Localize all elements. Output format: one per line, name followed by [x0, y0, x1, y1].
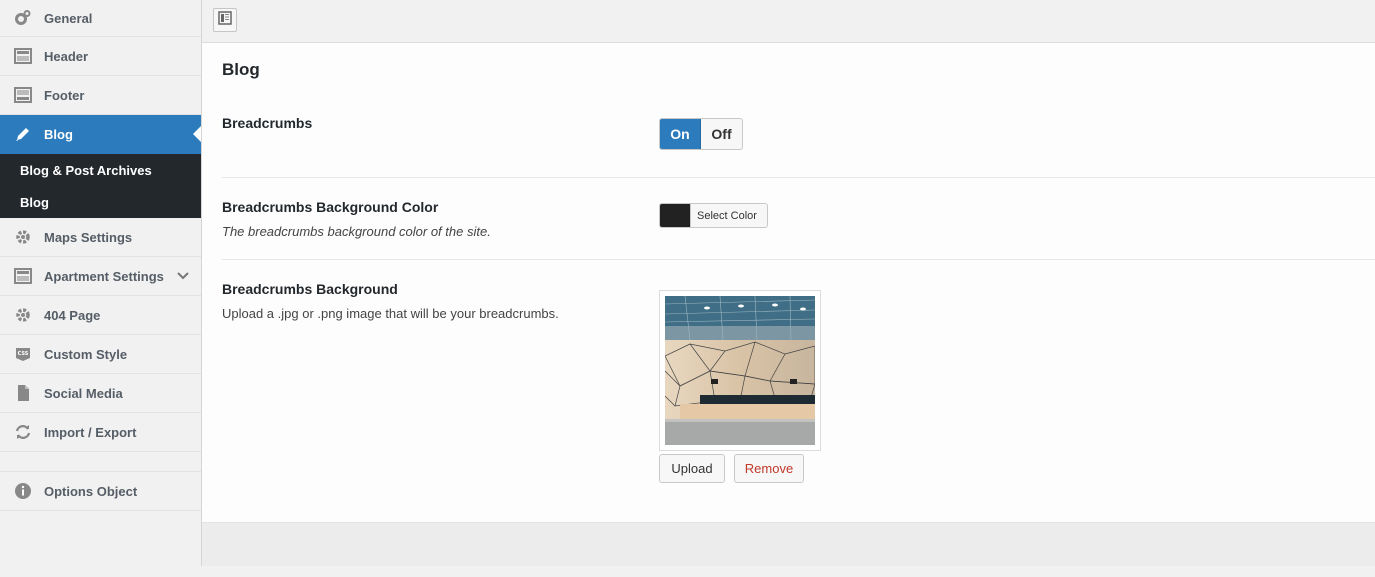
sidebar-item-label: Custom Style — [44, 346, 128, 362]
sidebar-item-apartment-settings[interactable]: Apartment Settings — [0, 257, 201, 296]
sidebar-item-label: Social Media — [44, 385, 123, 401]
sidebar-item-label: General — [44, 10, 93, 26]
sidebar-item-label: Footer — [44, 87, 85, 103]
sidebar-item-maps-settings[interactable]: Maps Settings — [0, 218, 201, 257]
gears-icon — [14, 9, 32, 27]
layout-icon — [14, 47, 32, 65]
sidebar-item-label: Header — [44, 48, 89, 64]
sidebar-item-label: Options Object — [44, 483, 138, 499]
options-sidebar: General Header Footer Blog Blog & Post A… — [0, 0, 202, 566]
pencil-icon — [14, 125, 32, 143]
select-color-label: Select Color — [697, 209, 757, 222]
chevron-down-icon[interactable] — [177, 269, 189, 283]
sidebar-item-header[interactable]: Header — [0, 37, 201, 76]
sidebar-item-options-object[interactable]: Options Object — [0, 472, 201, 511]
sidebar-item-label: 404 Page — [44, 307, 101, 323]
preview-image — [665, 296, 815, 445]
sidebar-item-footer[interactable]: Footer — [0, 76, 201, 115]
select-color-button[interactable]: Select Color — [659, 203, 768, 228]
options-content: Blog Breadcrumbs On Off Breadcrumbs Back… — [202, 43, 1375, 523]
divider — [222, 177, 1375, 178]
svg-text:CSS: CSS — [18, 351, 29, 357]
submenu-item-blog-post-archives[interactable]: Blog & Post Archives — [0, 154, 201, 186]
sidebar-toggle-button[interactable] — [213, 8, 237, 32]
footer-bar — [202, 523, 1375, 566]
sidebar-item-label: Apartment Settings — [44, 268, 164, 284]
refresh-icon — [14, 423, 32, 441]
file-icon — [14, 384, 32, 402]
breadcrumbs-label: Breadcrumbs — [222, 115, 313, 131]
gear-icon — [14, 228, 32, 246]
sidebar-item-import-export[interactable]: Import / Export — [0, 413, 201, 452]
toggle-off-button[interactable]: Off — [701, 119, 742, 149]
sidebar-item-label: Maps Settings — [44, 229, 133, 245]
sidebar-item-blog[interactable]: Blog — [0, 115, 201, 154]
remove-button[interactable]: Remove — [734, 454, 804, 483]
sidebar-spacer — [0, 452, 201, 472]
sidebar-item-social-media[interactable]: Social Media — [0, 374, 201, 413]
sidebar-item-404-page[interactable]: 404 Page — [0, 296, 201, 335]
layout-icon — [14, 86, 32, 104]
css-icon: CSS — [14, 345, 32, 363]
top-toolbar — [202, 0, 1375, 43]
color-swatch — [660, 204, 691, 227]
sidebar-item-custom-style[interactable]: CSS Custom Style — [0, 335, 201, 374]
submenu-item-blog[interactable]: Blog — [0, 186, 201, 218]
layout-icon — [14, 267, 32, 285]
page-title: Blog — [222, 60, 260, 79]
sidebar-item-label: Blog — [44, 126, 73, 142]
background-image-preview — [659, 290, 821, 451]
panel-icon — [218, 10, 232, 30]
sidebar-item-label: Import / Export — [44, 424, 137, 440]
divider — [222, 259, 1375, 260]
breadcrumbs-bg-description: Upload a .jpg or .png image that will be… — [222, 306, 559, 321]
info-icon — [14, 482, 32, 500]
sidebar-item-general[interactable]: General — [0, 0, 201, 37]
breadcrumbs-toggle[interactable]: On Off — [659, 118, 743, 150]
breadcrumbs-bg-label: Breadcrumbs Background — [222, 281, 398, 297]
gear-icon — [14, 306, 32, 324]
toggle-on-button[interactable]: On — [660, 119, 701, 149]
active-indicator — [193, 126, 201, 142]
breadcrumbs-bg-color-description: The breadcrumbs background color of the … — [222, 224, 491, 239]
breadcrumbs-bg-color-label: Breadcrumbs Background Color — [222, 199, 439, 215]
blog-submenu: Blog & Post Archives Blog — [0, 154, 201, 218]
upload-button[interactable]: Upload — [659, 454, 725, 483]
